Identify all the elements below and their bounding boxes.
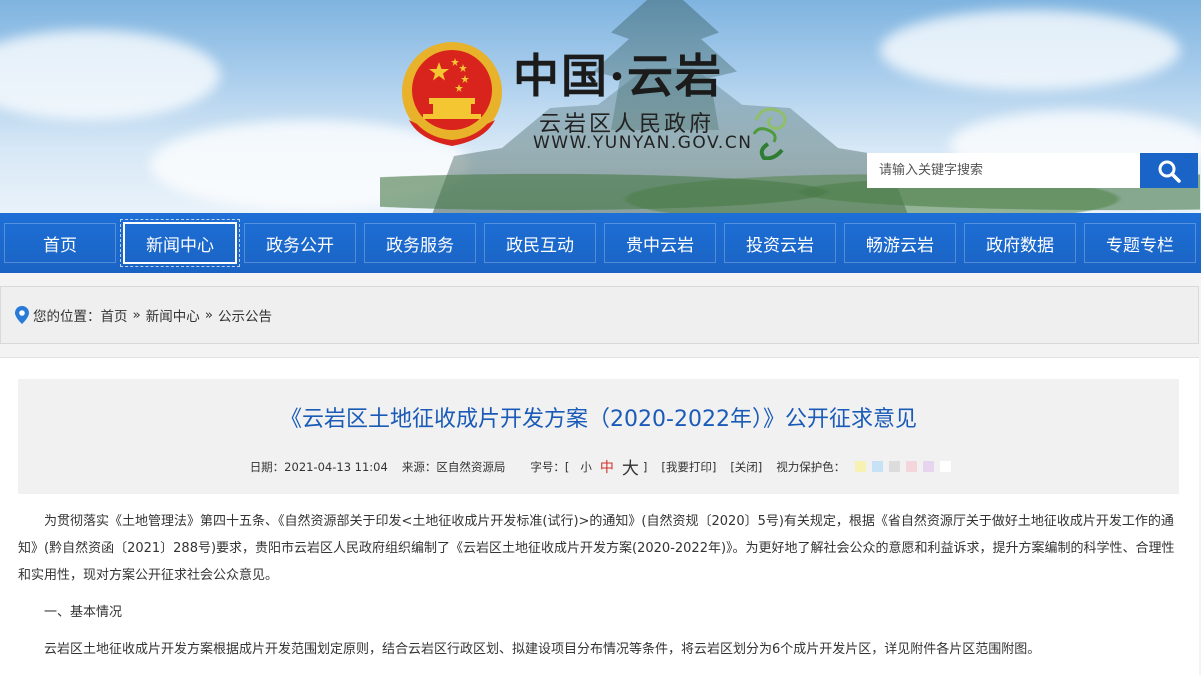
site-url: WWW.YUNYAN.GOV.CN [533,133,753,153]
article-body: 为贯彻落实《土地管理法》第四十五条、《自然资源部关于印发<土地征收成片开发标准(… [18,508,1182,673]
nav-item-special-topics[interactable]: 专题专栏 [1080,219,1200,267]
national-emblem-icon [402,42,502,146]
article-paragraph: 为贯彻落实《土地管理法》第四十五条、《自然资源部关于印发<土地征收成片开发标准(… [18,514,1175,583]
eye-protection-label: 视力保护色： [776,459,846,474]
nav-item-tour-yunyan[interactable]: 畅游云岩 [840,219,960,267]
nav-item-invest-yunyan[interactable]: 投资云岩 [720,219,840,267]
breadcrumb-link-home[interactable]: 首页 [101,305,128,325]
print-button[interactable]: [我要打印] [661,459,716,475]
article-meta: 日期：2021-04-13 11:04 来源：区自然资源局 字号：[ 小 中 大… [18,454,1179,479]
font-size-small-button[interactable]: 小 [580,459,592,475]
main-nav: 首页 新闻中心 政务公开 政务服务 政民互动 贵中云岩 投资云岩 畅游云岩 政府… [0,213,1201,273]
nav-item-public-interaction[interactable]: 政民互动 [480,219,600,267]
font-size-medium-button[interactable]: 中 [600,457,614,477]
article-container: 《云岩区土地征收成片开发方案（2020-2022年）》公开征求意见 日期：202… [0,357,1199,675]
article-header: 《云岩区土地征收成片开发方案（2020-2022年）》公开征求意见 日期：202… [18,379,1179,494]
font-size-label: 字号：[ [530,459,570,474]
article-date: 日期：2021-04-13 11:04 [249,459,388,474]
breadcrumb-link-announcements[interactable]: 公示公告 [218,305,272,325]
nav-item-government-affairs[interactable]: 政务公开 [240,219,360,267]
eye-color-blue-swatch[interactable] [872,461,884,472]
location-pin-icon [15,306,29,324]
nav-item-government-data[interactable]: 政府数据 [960,219,1080,267]
article-title: 《云岩区土地征收成片开发方案（2020-2022年）》公开征求意见 [280,407,917,432]
close-button[interactable]: [关闭] [730,459,762,475]
cloud-decoration [0,30,220,120]
search-button[interactable] [1140,153,1198,188]
header-banner: 中国·云岩 云岩区人民政府 WWW.YUNYAN.GOV.CN [0,0,1201,213]
search-input[interactable] [867,153,1140,188]
eye-color-yellow-swatch[interactable] [855,461,867,472]
breadcrumb-separator: » [132,307,141,323]
nav-item-government-services[interactable]: 政务服务 [360,219,480,267]
eye-color-purple-swatch[interactable] [923,461,935,472]
breadcrumb-link-news-center[interactable]: 新闻中心 [146,305,200,325]
cloud-decoration [880,10,1180,90]
nav-item-home[interactable]: 首页 [0,219,120,267]
eye-color-gray-swatch[interactable] [889,461,901,472]
nav-item-news-center[interactable]: 新闻中心 [120,219,240,267]
search-icon [1158,160,1181,183]
font-size-large-button[interactable]: 大 [622,454,639,479]
site-title: 中国·云岩 [513,49,724,103]
article-section-heading: 一、基本情况 [44,605,123,620]
eye-color-white-swatch[interactable] [940,461,952,472]
eye-color-pink-swatch[interactable] [906,461,918,472]
article-paragraph: 云岩区土地征收成片开发方案根据成片开发范围划定原则，结合云岩区行政区划、拟建设项… [44,642,1041,657]
breadcrumb-prefix: 您的位置： [33,309,101,325]
article-source: 来源：区自然资源局 [401,459,506,474]
yunyan-logo-icon [752,107,787,160]
font-size-close-bracket: ] [642,459,648,474]
nav-item-guizhong-yunyan[interactable]: 贵中云岩 [600,219,720,267]
breadcrumb-separator: » [204,307,214,323]
breadcrumb: 您的位置： 首页 » 新闻中心 » 公示公告 [0,286,1199,344]
